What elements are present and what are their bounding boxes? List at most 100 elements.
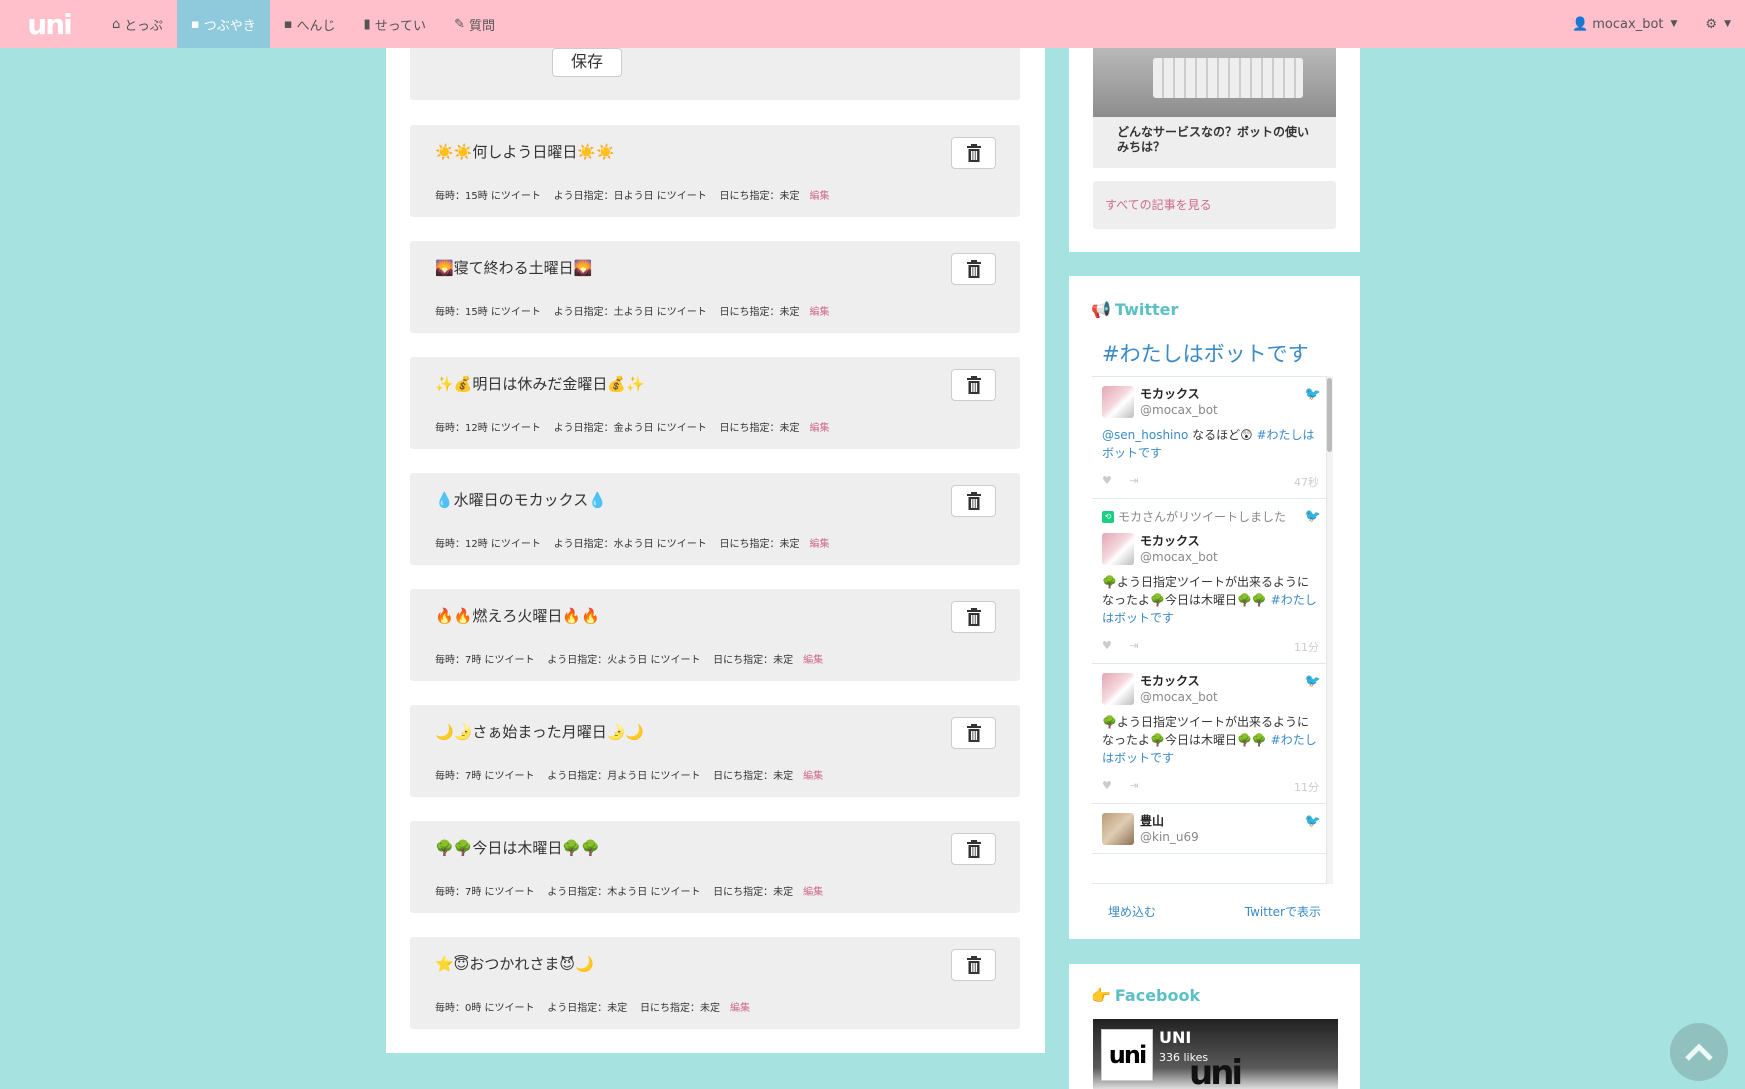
avatar[interactable] [1102,386,1134,418]
scheduled-tweet: 🔥🔥燃えろ火曜日🔥🔥 毎時：7時 にツイート よう日指定：火よう日 にツイート 日… [410,589,1020,681]
tweet-author-handle[interactable]: @kin_u69 [1140,829,1199,845]
nav-label: せってい [374,18,427,34]
weekday-setting: よう日指定：日よう日 にツイート [553,191,707,202]
heart-icon[interactable]: ♥ [1102,779,1112,792]
scheduled-tweet: ✨💰明日は休みだ金曜日💰✨ 毎時：12時 にツイート よう日指定：金よう日 にツイ… [410,357,1020,449]
delete-button[interactable] [951,137,996,169]
edit-link[interactable]: 編集 [810,423,830,434]
tweets-card: 保存 ☀️☀️何しよう日曜日☀️☀️ 毎時：15時 にツイート よう日指定：日よう… [386,48,1045,1053]
twitter-bird-icon[interactable]: 🐦 [1305,674,1321,689]
day-setting: 日にち指定：未定 [713,887,794,898]
nav-tweets[interactable]: ▪ つぶやき [176,0,270,48]
tweet-author-handle[interactable]: @mocax_bot [1140,549,1218,565]
timeline-scrollbar[interactable] [1326,376,1333,884]
tweet-body: 🌳よう日指定ツイートが出来るようになったよ🌳今日は木曜日🌳🌳 #わたしはボットで… [1102,713,1319,767]
save-button[interactable]: 保存 [552,48,622,77]
nav-top[interactable]: ⌂ とっぷ [98,0,177,48]
day-setting: 日にち指定：未定 [713,771,794,782]
edit-link[interactable]: 編集 [810,539,830,550]
delete-button[interactable] [951,253,996,285]
comment-icon: ▪ [190,16,200,32]
back-to-top-button[interactable] [1670,1023,1728,1081]
facebook-page-name[interactable]: UNI [1159,1028,1191,1047]
edit-link[interactable]: 編集 [803,887,823,898]
twitter-bird-icon[interactable]: 🐦 [1305,509,1321,524]
tweet-time[interactable]: 47秒 [1294,474,1319,490]
embed-link[interactable]: 埋め込む [1108,903,1156,920]
facebook-card: 👉 Facebook uni UNI 336 likes uni [1069,964,1360,1089]
weekday-setting: よう日指定：未定 [547,1003,628,1014]
nav-replies[interactable]: ▪ へんじ [270,0,350,48]
scrollbar-thumb[interactable] [1327,378,1332,452]
hour-setting: 毎時：7時 にツイート [435,771,535,782]
trash-icon [966,840,981,858]
edit-link[interactable]: 編集 [810,307,830,318]
pencil-icon: ✎ [454,16,465,32]
timeline-tweet[interactable]: 🐦 豊山 @kin_u69 [1092,804,1329,854]
user-menu[interactable]: 👤 mocax_bot ▼ [1558,0,1691,48]
facebook-heading-label: Facebook [1114,986,1201,1005]
tweet-author-name[interactable]: モカックス [1140,533,1218,549]
timeline-tweet[interactable]: ⟲ モカさんがリツイートしました 🐦 モカックス @mocax_bot 🌳よう日指定ツイー… [1092,499,1329,664]
tweet-author-name[interactable]: モカックス [1140,673,1218,689]
edit-link[interactable]: 編集 [810,191,830,202]
mention-link[interactable]: @sen_hoshino [1102,428,1188,442]
retweet-note: ⟲ モカさんがリツイートしました [1102,508,1319,525]
home-icon: ⌂ [112,16,121,32]
delete-button[interactable] [951,949,996,981]
twitter-bird-icon[interactable]: 🐦 [1305,387,1321,402]
tweet-author-name[interactable]: モカックス [1140,386,1218,402]
share-icon[interactable]: ⇥ [1129,474,1138,487]
tweet-text: 🌳🌳今日は木曜日🌳🌳 [435,839,600,857]
avatar[interactable] [1102,673,1134,705]
view-on-twitter-link[interactable]: Twitterで表示 [1245,903,1321,920]
delete-button[interactable] [951,485,996,517]
chevron-down-icon: ▼ [1724,19,1731,29]
avatar[interactable] [1102,533,1134,565]
tweet-schedule: 毎時：7時 にツイート よう日指定：火よう日 にツイート 日にち指定：未定 編集 [435,651,823,666]
nav-label: 質問 [468,18,495,34]
delete-button[interactable] [951,833,996,865]
timeline-tweet[interactable]: 🐦 モカックス @mocax_bot @sen_hoshino なるほど😲 #わたしは… [1092,377,1329,499]
share-icon[interactable]: ⇥ [1129,779,1138,792]
delete-button[interactable] [951,717,996,749]
tweet-text: ✨💰明日は休みだ金曜日💰✨ [435,375,645,393]
edit-link[interactable]: 編集 [803,655,823,666]
hour-setting: 毎時：15時 にツイート [435,191,541,202]
delete-button[interactable] [951,369,996,401]
share-icon[interactable]: ⇥ [1129,639,1138,652]
heart-icon[interactable]: ♥ [1102,639,1112,652]
twitter-bird-icon[interactable]: 🐦 [1305,814,1321,829]
settings-menu[interactable]: ⚙ ▼ [1691,0,1745,48]
tweet-author-handle[interactable]: @mocax_bot [1140,689,1218,705]
blog-caption[interactable]: どんなサービスなの？ボットの使いみちは？ [1093,117,1336,168]
timeline-tweet[interactable]: 🐦 モカックス @mocax_bot 🌳よう日指定ツイートが出来るようになったよ🌳今日… [1092,664,1329,804]
weekday-setting: よう日指定：月よう日 にツイート [547,771,701,782]
nav-questions[interactable]: ✎ 質問 [440,0,509,48]
tweet-author-handle[interactable]: @mocax_bot [1140,402,1218,418]
tweet-body: @sen_hoshino なるほど😲 #わたしはボットです [1102,426,1319,462]
weekday-setting: よう日指定：水よう日 にツイート [553,539,707,550]
heart-icon[interactable]: ♥ [1102,474,1112,487]
hour-setting: 毎時：12時 にツイート [435,423,541,434]
all-posts-link[interactable]: すべての記事を見る [1093,181,1336,229]
comment-icon: ▪ [283,16,293,32]
avatar[interactable] [1102,813,1134,845]
thumbs-up-icon: 👉 [1091,986,1111,1005]
facebook-page-logo: uni [1101,1029,1153,1081]
tweet-author-name[interactable]: 豊山 [1140,813,1199,829]
edit-link[interactable]: 編集 [803,771,823,782]
hashtag-title[interactable]: #わたしはボットです [1102,338,1309,368]
blog-thumbnail[interactable] [1093,48,1336,117]
nav-settings[interactable]: ▮ せってい [350,0,441,48]
twitter-timeline[interactable]: 🐦 モカックス @mocax_bot @sen_hoshino なるほど😲 #わたしは… [1092,376,1329,884]
tweet-time[interactable]: 11分 [1294,639,1319,655]
tweet-time[interactable]: 11分 [1294,779,1319,795]
scheduled-tweet: ☀️☀️何しよう日曜日☀️☀️ 毎時：15時 にツイート よう日指定：日よう日 に… [410,125,1020,217]
site-logo[interactable]: uni [0,0,98,48]
scheduled-tweet: 💧水曜日のモカックス💧 毎時：12時 にツイート よう日指定：水よう日 にツイート… [410,473,1020,565]
edit-link[interactable]: 編集 [730,1003,750,1014]
tweet-schedule: 毎時：12時 にツイート よう日指定：水よう日 にツイート 日にち指定：未定 編集 [435,535,830,550]
facebook-page-plugin[interactable]: uni UNI 336 likes uni [1093,1019,1338,1089]
delete-button[interactable] [951,601,996,633]
